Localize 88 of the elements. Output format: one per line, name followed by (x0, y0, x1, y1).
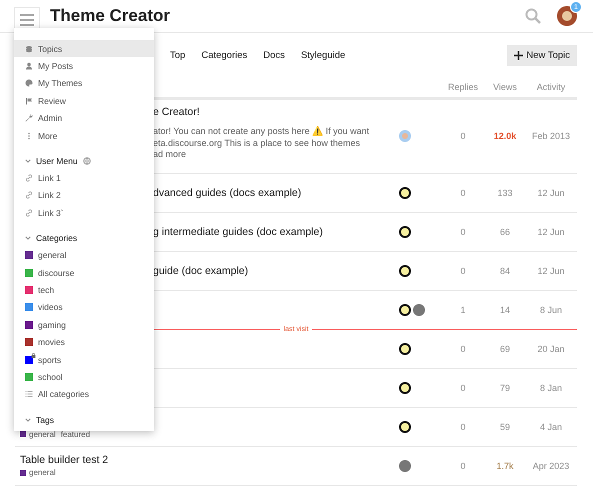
menu-item[interactable]: Review (14, 92, 154, 110)
activity-date: 12 Jun (536, 226, 566, 236)
menu-icon (20, 14, 34, 26)
menu-item[interactable]: My Themes (14, 74, 154, 92)
activity-date: 8 Jan (538, 382, 564, 392)
activity-date: 20 Jan (536, 344, 566, 354)
avatar-icon (399, 342, 411, 354)
activity-date: 12 Jun (536, 266, 566, 276)
list-icon (25, 390, 33, 398)
views-count: 133 (496, 188, 514, 198)
user-avatar[interactable] (557, 6, 577, 26)
replies-count: 0 (459, 460, 466, 470)
topic-tag[interactable]: general (20, 468, 56, 477)
menu-item[interactable]: More (14, 126, 154, 144)
wrench-icon (25, 114, 33, 122)
replies-count: 0 (459, 188, 466, 198)
menu-section-header[interactable]: Tags (14, 411, 154, 428)
menu-item[interactable]: videos (14, 298, 154, 316)
views-count: 79 (498, 382, 511, 392)
avatar-icon (399, 382, 411, 394)
avatar-icon (399, 420, 411, 432)
avatar-photo (399, 460, 411, 472)
nav-tab[interactable]: Categories (193, 44, 256, 66)
avatar-photo (413, 304, 425, 316)
activity-date: Feb 2013 (530, 131, 572, 142)
menu-item[interactable]: Link 2 (14, 186, 154, 204)
chevron-icon (25, 416, 31, 423)
menu-item[interactable]: My Posts (14, 57, 154, 75)
chevron-icon (25, 235, 31, 242)
menu-item[interactable]: gaming (14, 316, 154, 334)
lock-icon (31, 352, 36, 358)
replies-count: 0 (459, 226, 466, 236)
menu-item[interactable]: school (14, 368, 154, 386)
menu-item[interactable]: Admin (14, 110, 154, 127)
topic-title[interactable]: Table builder test 2 (20, 454, 371, 466)
replies-count: 0 (459, 344, 466, 354)
activity-date: 4 Jan (538, 422, 564, 432)
replies-count: 1 (459, 304, 466, 314)
activity-date: Apr 2023 (532, 460, 570, 470)
views-count: 14 (498, 304, 511, 314)
menu-item[interactable]: movies (14, 333, 154, 351)
new-topic-button[interactable]: New Topic (507, 44, 577, 66)
replies-count: 0 (459, 131, 466, 142)
replies-count: 0 (459, 422, 466, 432)
topic-tag[interactable]: general (20, 430, 56, 438)
avatar-icon (399, 226, 411, 238)
user-icon (25, 62, 33, 70)
menu-section-header[interactable]: User Menu (14, 152, 154, 170)
palette-icon (25, 79, 33, 88)
menu-item[interactable]: Link 1 (14, 169, 154, 187)
avatar-icon (399, 264, 411, 276)
replies-count: 0 (459, 382, 466, 392)
views-count: 1.7k (495, 460, 514, 470)
nav-tab[interactable]: Top (162, 44, 194, 66)
views-count: 12.0k (492, 131, 518, 142)
topic-title[interactable]: guide (doc example) (153, 264, 371, 276)
views-count: 66 (498, 226, 511, 236)
nav-tab[interactable]: Docs (255, 44, 293, 66)
link-icon (25, 191, 33, 200)
flag-icon (25, 96, 33, 105)
menu-section-header[interactable]: Categories (14, 230, 154, 247)
globe-icon (82, 156, 91, 165)
avatar-icon (399, 304, 411, 316)
menu-item[interactable]: discourse (14, 264, 154, 282)
nav-tab[interactable]: Styleguide (292, 44, 354, 66)
activity-date: 8 Jun (538, 304, 564, 314)
site-title: Theme Creator (50, 6, 171, 26)
plus-icon (514, 50, 524, 60)
menu-item[interactable]: sports (14, 350, 154, 368)
stack-icon (25, 44, 33, 53)
avatar-icon (399, 130, 411, 142)
activity-date: 12 Jun (536, 188, 566, 198)
menu-item[interactable]: Topics (14, 40, 154, 58)
search-icon[interactable] (525, 8, 541, 24)
menu-item[interactable]: tech (14, 281, 154, 299)
topic-tag[interactable]: featured (60, 430, 90, 438)
menu-item[interactable]: All categories (14, 386, 154, 404)
chevron-icon (25, 158, 31, 164)
replies-count: 0 (459, 266, 466, 276)
link-icon (25, 208, 33, 217)
views-count: 69 (498, 344, 511, 354)
views-count: 84 (498, 266, 511, 276)
avatar-icon (399, 186, 411, 198)
menu-item[interactable]: general (14, 246, 154, 264)
topic-title[interactable]: dvanced guides (docs example) (153, 186, 371, 198)
views-count: 59 (498, 422, 511, 432)
menu-item[interactable]: Link 3` (14, 204, 154, 222)
link-icon (25, 174, 33, 182)
